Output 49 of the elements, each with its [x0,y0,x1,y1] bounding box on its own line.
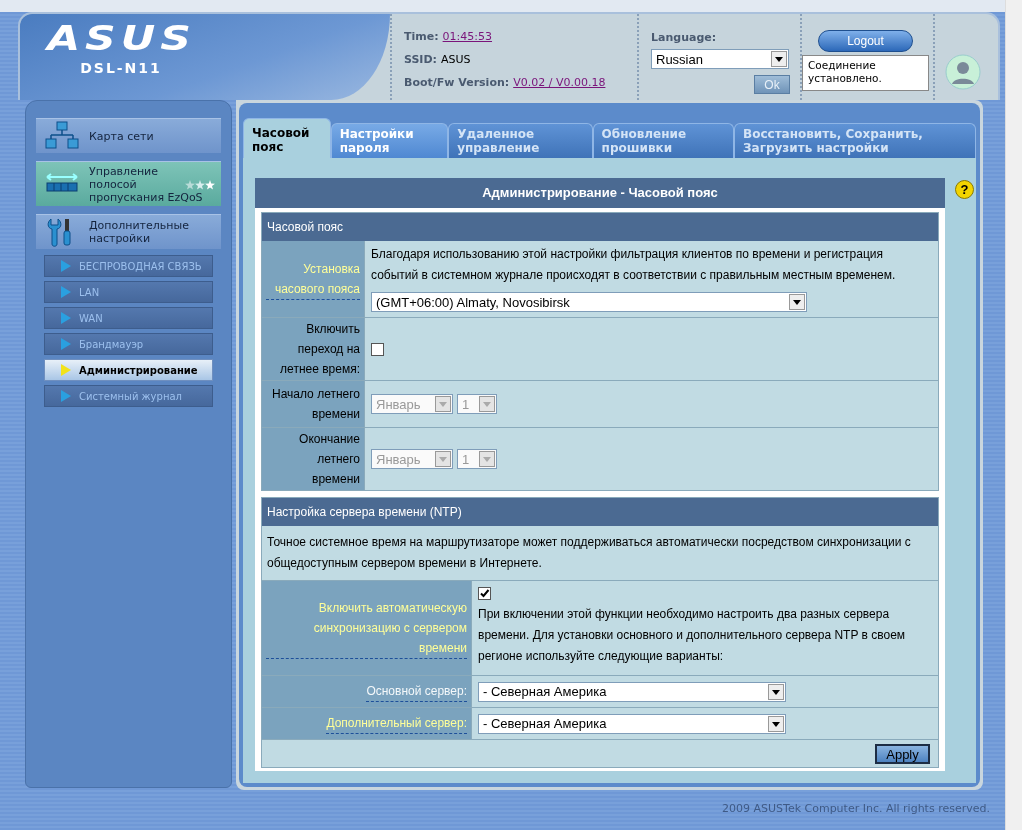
ok-button[interactable]: Ok [754,75,790,94]
tab[interactable]: Настройки пароля [330,123,449,158]
sparkle-icon [185,180,215,190]
sidebar-subitem[interactable]: WAN [44,307,213,329]
status-tooltip: Соединение установлено. [802,55,929,91]
checkbox[interactable] [478,587,491,600]
select-field[interactable]: Russian [651,49,789,69]
sidebar-subitem[interactable]: БЕСПРОВОДНАЯ СВЯЗЬ [44,255,213,277]
avatar-icon [945,54,981,90]
info-link[interactable]: V0.02 / V0.00.18 [513,76,606,89]
field-label: Включить переход на летнее время: [279,321,360,378]
logo: ASUS [46,20,196,56]
sidebar-subitem[interactable]: LAN [44,281,213,303]
sidebar-item[interactable]: Управление полосой пропускания EzQoS [36,161,221,206]
language-label: Language: [651,31,718,44]
select-field[interactable]: - Северная Америка [478,713,786,734]
sidebar-item[interactable]: Карта сети [36,118,221,153]
info-value: ASUS [441,53,471,66]
sidebar-subitem[interactable]: Администрирование [44,359,213,381]
info-label: SSID: [404,53,437,66]
select-field[interactable]: - Северная Америка [478,681,786,702]
select-field[interactable]: (GMT+06:00) Almaty, Novosibirsk [371,292,807,312]
info-label: Boot/Fw Version: [404,76,510,89]
info-link[interactable]: 01:45:53 [442,30,492,43]
logout-button[interactable]: Logout [818,30,913,52]
model-name: DSL-N11 [80,60,162,76]
section-header: Настройка сервера времени (NTP) [262,498,938,526]
field-label: Начало летнего времени [271,386,360,423]
field-description: Благодаря использованию этой настройки фильтрация клиентов по времени и регистрация событий в системном журнале происходят в соответствии с правильным местным временем. [371,246,897,284]
checkbox[interactable] [371,342,384,356]
triangle-icon [61,260,71,272]
page-title: Администрирование - Часовой пояс [255,178,945,208]
tab[interactable]: Часовой пояс [243,118,331,158]
field-description: При включении этой функции необходимо настроить два разных сервера времени. Для установки основного и дополнительного сервера NTP в своем регионе используйте следующие варианты: [478,606,907,665]
triangle-icon [61,338,71,350]
sidebar-subitem[interactable]: Системный журнал [44,385,213,407]
info-label: Time: [404,30,439,43]
field-label: Окончание летнего времени [298,431,360,488]
section-header: Часовой пояс [262,213,938,241]
network-map-icon [45,121,79,151]
sidebar-item[interactable]: Дополнительные настройки [36,214,221,249]
help-icon[interactable]: ? [955,180,974,199]
apply-button[interactable]: Apply [875,744,930,764]
triangle-icon [61,312,71,324]
copyright-text: 2009 ASUSTek Computer Inc. All rights reserved. [722,802,990,815]
triangle-icon [61,286,71,298]
triangle-icon [61,364,71,376]
sidebar-subitem[interactable]: Брандмауэр [44,333,213,355]
triangle-icon [61,390,71,402]
